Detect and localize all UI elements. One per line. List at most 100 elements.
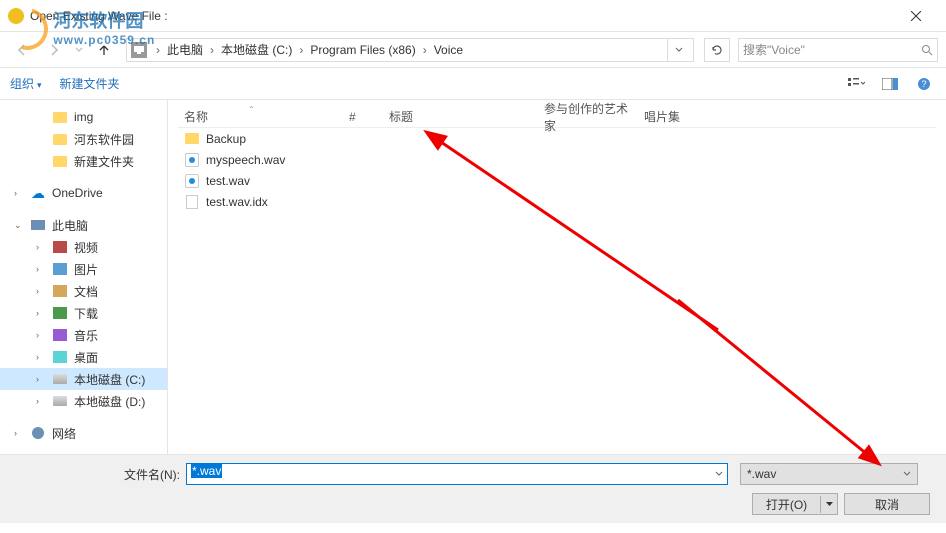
file-row[interactable]: myspeech.wav xyxy=(178,149,936,170)
expand-icon[interactable]: › xyxy=(14,428,24,438)
annotation-arrow-icon xyxy=(658,280,898,480)
file-name: myspeech.wav xyxy=(206,153,285,167)
app-icon xyxy=(8,8,24,24)
search-placeholder: 搜索"Voice" xyxy=(743,41,921,58)
tree-item[interactable]: › 音乐 xyxy=(0,324,167,346)
open-dropdown-button[interactable] xyxy=(821,501,837,508)
breadcrumb-segment[interactable]: Voice xyxy=(432,43,465,57)
file-row[interactable]: test.wav.idx xyxy=(178,191,936,212)
nav-up-button[interactable] xyxy=(90,36,118,64)
breadcrumb-segment[interactable]: Program Files (x86) xyxy=(308,43,417,57)
folder-tree[interactable]: img河东软件园新建文件夹›☁OneDrive⌄此电脑›视频›图片›文档›下载›… xyxy=(0,100,168,454)
tree-item[interactable]: › 下载 xyxy=(0,302,167,324)
folder-icon xyxy=(52,109,68,125)
tree-item-label: 新建文件夹 xyxy=(74,153,134,170)
tree-item-label: 本地磁盘 (C:) xyxy=(74,371,145,388)
breadcrumb-chevron-icon[interactable]: › xyxy=(205,43,219,57)
expand-icon[interactable]: › xyxy=(14,188,24,198)
folder-icon xyxy=(52,131,68,147)
file-name: test.wav xyxy=(206,174,250,188)
address-dropdown-button[interactable] xyxy=(667,39,689,61)
filename-input[interactable]: *.wav xyxy=(186,463,728,485)
location-pc-icon xyxy=(131,42,147,58)
column-name[interactable]: 名称 xyxy=(178,108,343,125)
view-list-icon xyxy=(847,77,865,91)
tree-item[interactable]: ›视频 xyxy=(0,236,167,258)
tree-item[interactable]: › 网络 xyxy=(0,422,167,444)
expand-icon[interactable]: › xyxy=(36,374,46,384)
nav-recent-button[interactable] xyxy=(72,36,86,64)
folder-icon xyxy=(52,153,68,169)
tree-item-label: 下载 xyxy=(74,305,98,322)
breadcrumb-segment[interactable]: 此电脑 xyxy=(165,41,205,58)
pc-icon xyxy=(30,217,46,233)
tree-item-label: 音乐 xyxy=(74,327,98,344)
column-headers[interactable]: ⌃ 名称 # 标题 参与创作的艺术家 唱片集 xyxy=(178,106,936,128)
arrow-left-icon xyxy=(15,43,29,57)
file-row[interactable]: test.wav xyxy=(178,170,936,191)
expand-icon[interactable]: › xyxy=(36,396,46,406)
filename-label: 文件名(N): xyxy=(124,466,180,483)
window-title: Open Existing Wave File : xyxy=(30,9,893,23)
tree-item[interactable]: › 本地磁盘 (C:) xyxy=(0,368,167,390)
tree-item-label: 网络 xyxy=(52,425,76,442)
tree-item[interactable]: ›☁OneDrive xyxy=(0,182,167,204)
expand-icon[interactable]: › xyxy=(36,330,46,340)
preview-pane-button[interactable] xyxy=(878,74,902,94)
breadcrumb-chevron-icon[interactable]: › xyxy=(151,43,165,57)
column-number[interactable]: # xyxy=(343,110,383,124)
open-button[interactable]: 打开(O) xyxy=(752,493,838,515)
expand-icon[interactable]: ⌄ xyxy=(14,220,24,231)
search-icon xyxy=(921,44,933,56)
file-list[interactable]: ⌃ 名称 # 标题 参与创作的艺术家 唱片集 Backup myspeech.wa… xyxy=(168,100,946,454)
tree-item[interactable]: ⌄此电脑 xyxy=(0,214,167,236)
column-artist[interactable]: 参与创作的艺术家 xyxy=(538,100,638,134)
breadcrumb-segment[interactable]: 本地磁盘 (C:) xyxy=(219,41,294,58)
column-album[interactable]: 唱片集 xyxy=(638,108,718,125)
tree-item-label: 图片 xyxy=(74,261,98,278)
filter-value: *.wav xyxy=(747,467,903,481)
tree-item[interactable]: 新建文件夹 xyxy=(0,150,167,172)
lib-music-icon xyxy=(52,327,68,343)
refresh-button[interactable] xyxy=(704,38,730,62)
tree-item[interactable]: ›文档 xyxy=(0,280,167,302)
expand-icon[interactable]: › xyxy=(36,242,46,252)
tree-item[interactable]: 河东软件园 xyxy=(0,128,167,150)
view-mode-button[interactable] xyxy=(844,74,868,94)
tree-item[interactable]: ›本地磁盘 (D:) xyxy=(0,390,167,412)
lib-video-icon xyxy=(52,239,68,255)
help-button[interactable]: ? xyxy=(912,74,936,94)
tree-item[interactable]: › 图片 xyxy=(0,258,167,280)
new-folder-button[interactable]: 新建文件夹 xyxy=(60,75,120,92)
cancel-button[interactable]: 取消 xyxy=(844,493,930,515)
address-breadcrumb[interactable]: › 此电脑 › 本地磁盘 (C:) › Program Files (x86) … xyxy=(126,38,694,62)
close-button[interactable] xyxy=(893,1,938,31)
tree-item[interactable]: › 桌面 xyxy=(0,346,167,368)
tree-item[interactable]: img xyxy=(0,106,167,128)
organize-menu[interactable]: 组织 xyxy=(10,75,42,92)
breadcrumb-chevron-icon[interactable]: › xyxy=(294,43,308,57)
chevron-down-icon[interactable] xyxy=(715,467,723,481)
nav-forward-button[interactable] xyxy=(40,36,68,64)
expand-icon[interactable]: › xyxy=(36,308,46,318)
tree-item-label: 桌面 xyxy=(74,349,98,366)
column-title[interactable]: 标题 xyxy=(383,108,538,125)
chevron-down-icon xyxy=(675,46,683,54)
expand-icon[interactable]: › xyxy=(36,352,46,362)
close-icon xyxy=(911,11,921,21)
arrow-right-icon xyxy=(47,43,61,57)
lib-dl-icon xyxy=(52,305,68,321)
help-icon: ? xyxy=(917,77,931,91)
toolbar: 组织 新建文件夹 ? xyxy=(0,68,946,100)
arrow-up-icon xyxy=(97,43,111,57)
expand-icon[interactable]: › xyxy=(36,264,46,274)
nav-back-button[interactable] xyxy=(8,36,36,64)
expand-icon[interactable]: › xyxy=(36,286,46,296)
search-input[interactable]: 搜索"Voice" xyxy=(738,38,938,62)
file-name: Backup xyxy=(206,132,246,146)
file-name: test.wav.idx xyxy=(206,195,268,209)
tree-item-label: 河东软件园 xyxy=(74,131,134,148)
file-type-filter[interactable]: *.wav xyxy=(740,463,918,485)
breadcrumb-chevron-icon[interactable]: › xyxy=(418,43,432,57)
svg-text:?: ? xyxy=(921,79,926,89)
